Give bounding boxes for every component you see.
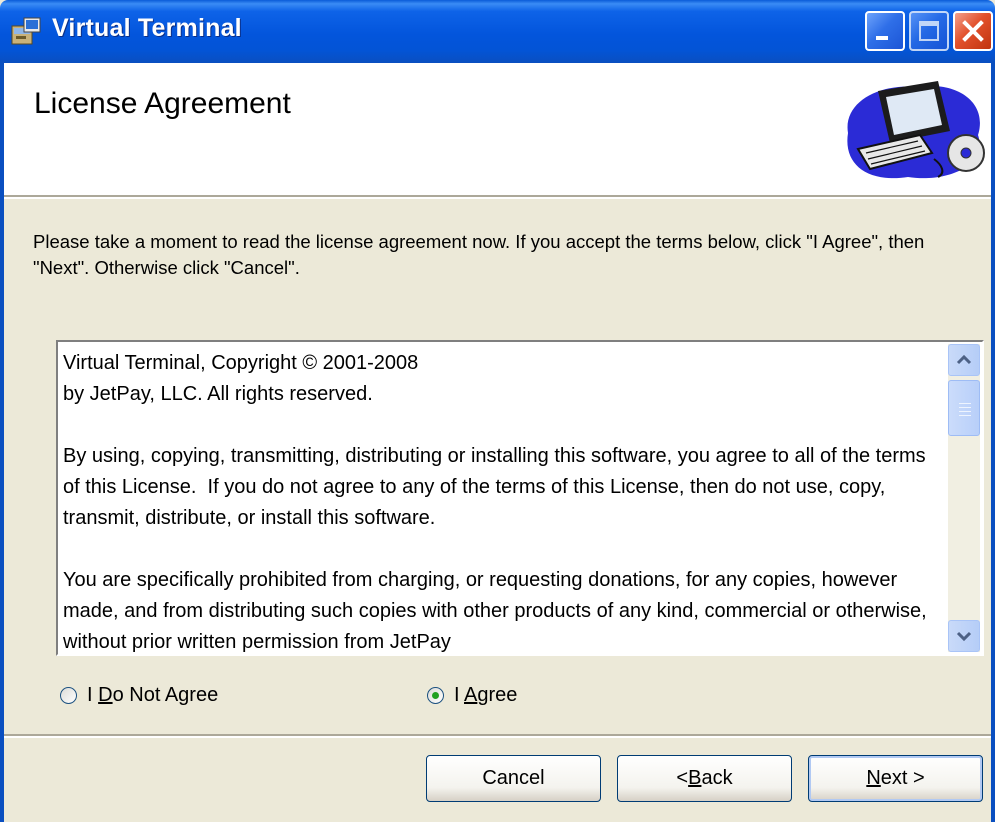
page-title: License Agreement	[34, 87, 291, 120]
license-scrollbar[interactable]	[948, 344, 980, 652]
scroll-thumb[interactable]	[948, 380, 980, 436]
dialog-header: License Agreement	[4, 63, 991, 195]
radio-label: I Do Not Agree	[87, 683, 219, 706]
computer-cd-illustration	[847, 81, 985, 179]
chevron-down-icon	[956, 631, 972, 642]
scroll-up-button[interactable]	[948, 344, 980, 376]
license-text: Virtual Terminal, Copyright © 2001-2008 …	[60, 344, 946, 652]
cancel-button[interactable]: Cancel	[426, 755, 601, 802]
instructions-text: Please take a moment to read the license…	[33, 231, 925, 278]
back-button[interactable]: < Back	[617, 755, 792, 802]
radio-do-not-agree[interactable]: I Do Not Agree	[60, 680, 218, 710]
setup-window: Virtual Terminal License Agreement Pleas…	[0, 0, 995, 822]
next-button[interactable]: Next >	[808, 755, 983, 802]
license-paragraph: You are specifically prohibited from cha…	[63, 569, 933, 652]
chevron-up-icon	[956, 354, 972, 365]
radio-label: I Agree	[454, 683, 518, 706]
window-frame-right	[991, 63, 995, 822]
radio-button[interactable]	[427, 686, 444, 704]
radio-selected-dot	[432, 691, 439, 699]
installer-icon	[11, 17, 41, 45]
minimize-icon	[876, 36, 888, 40]
license-textbox[interactable]: Virtual Terminal, Copyright © 2001-2008 …	[56, 340, 984, 656]
scroll-down-button[interactable]	[948, 620, 980, 652]
window-title: Virtual Terminal	[52, 14, 242, 42]
close-button[interactable]	[953, 11, 993, 51]
maximize-icon	[919, 21, 939, 41]
license-paragraph: By using, copying, transmitting, distrib…	[63, 445, 932, 529]
radio-button[interactable]	[60, 686, 77, 704]
minimize-button[interactable]	[865, 11, 905, 51]
title-bar[interactable]: Virtual Terminal	[0, 0, 995, 63]
maximize-button[interactable]	[909, 11, 949, 51]
radio-agree[interactable]: I Agree	[427, 680, 517, 710]
close-icon	[962, 20, 984, 42]
license-paragraph: Virtual Terminal, Copyright © 2001-2008 …	[63, 352, 419, 405]
